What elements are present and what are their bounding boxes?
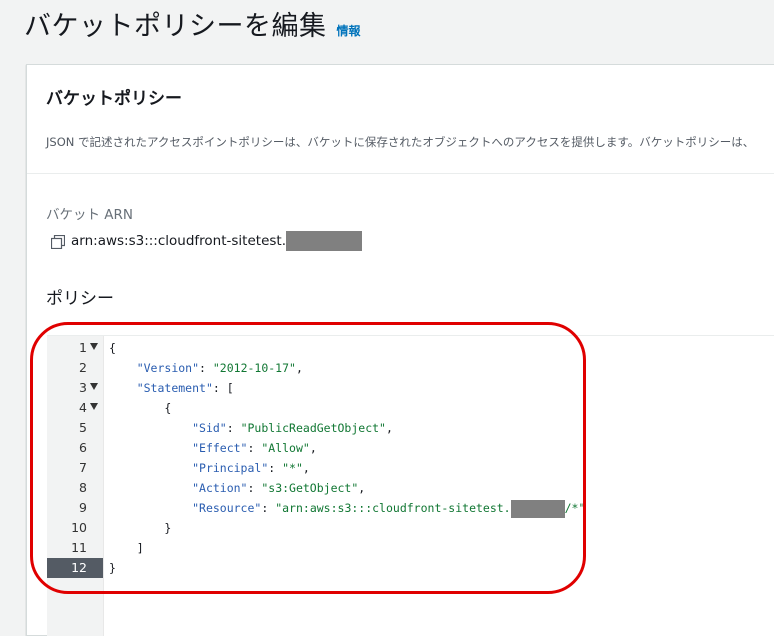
panel-description: JSON で記述されたアクセスポイントポリシーは、バケットに保存されたオブジェク… (46, 135, 755, 149)
panel-title: バケットポリシー (46, 89, 182, 109)
bucket-arn-value: arn:aws:s3:::cloudfront-sitetest. (71, 233, 286, 249)
page-title: バケットポリシーを編集 (24, 11, 327, 42)
highlight-annotation (30, 322, 586, 594)
copy-icon[interactable] (50, 234, 66, 250)
bucket-arn-label: バケット ARN (46, 207, 134, 223)
page-header: バケットポリシーを編集 情報 (24, 4, 361, 43)
policy-label: ポリシー (46, 289, 114, 309)
info-link[interactable]: 情報 (337, 22, 361, 39)
panel-header: バケットポリシー JSON で記述されたアクセスポイントポリシーは、バケットに保… (27, 65, 774, 174)
bucket-arn-row: arn:aws:s3:::cloudfront-sitetest. (50, 231, 362, 251)
redacted-block (286, 231, 362, 251)
